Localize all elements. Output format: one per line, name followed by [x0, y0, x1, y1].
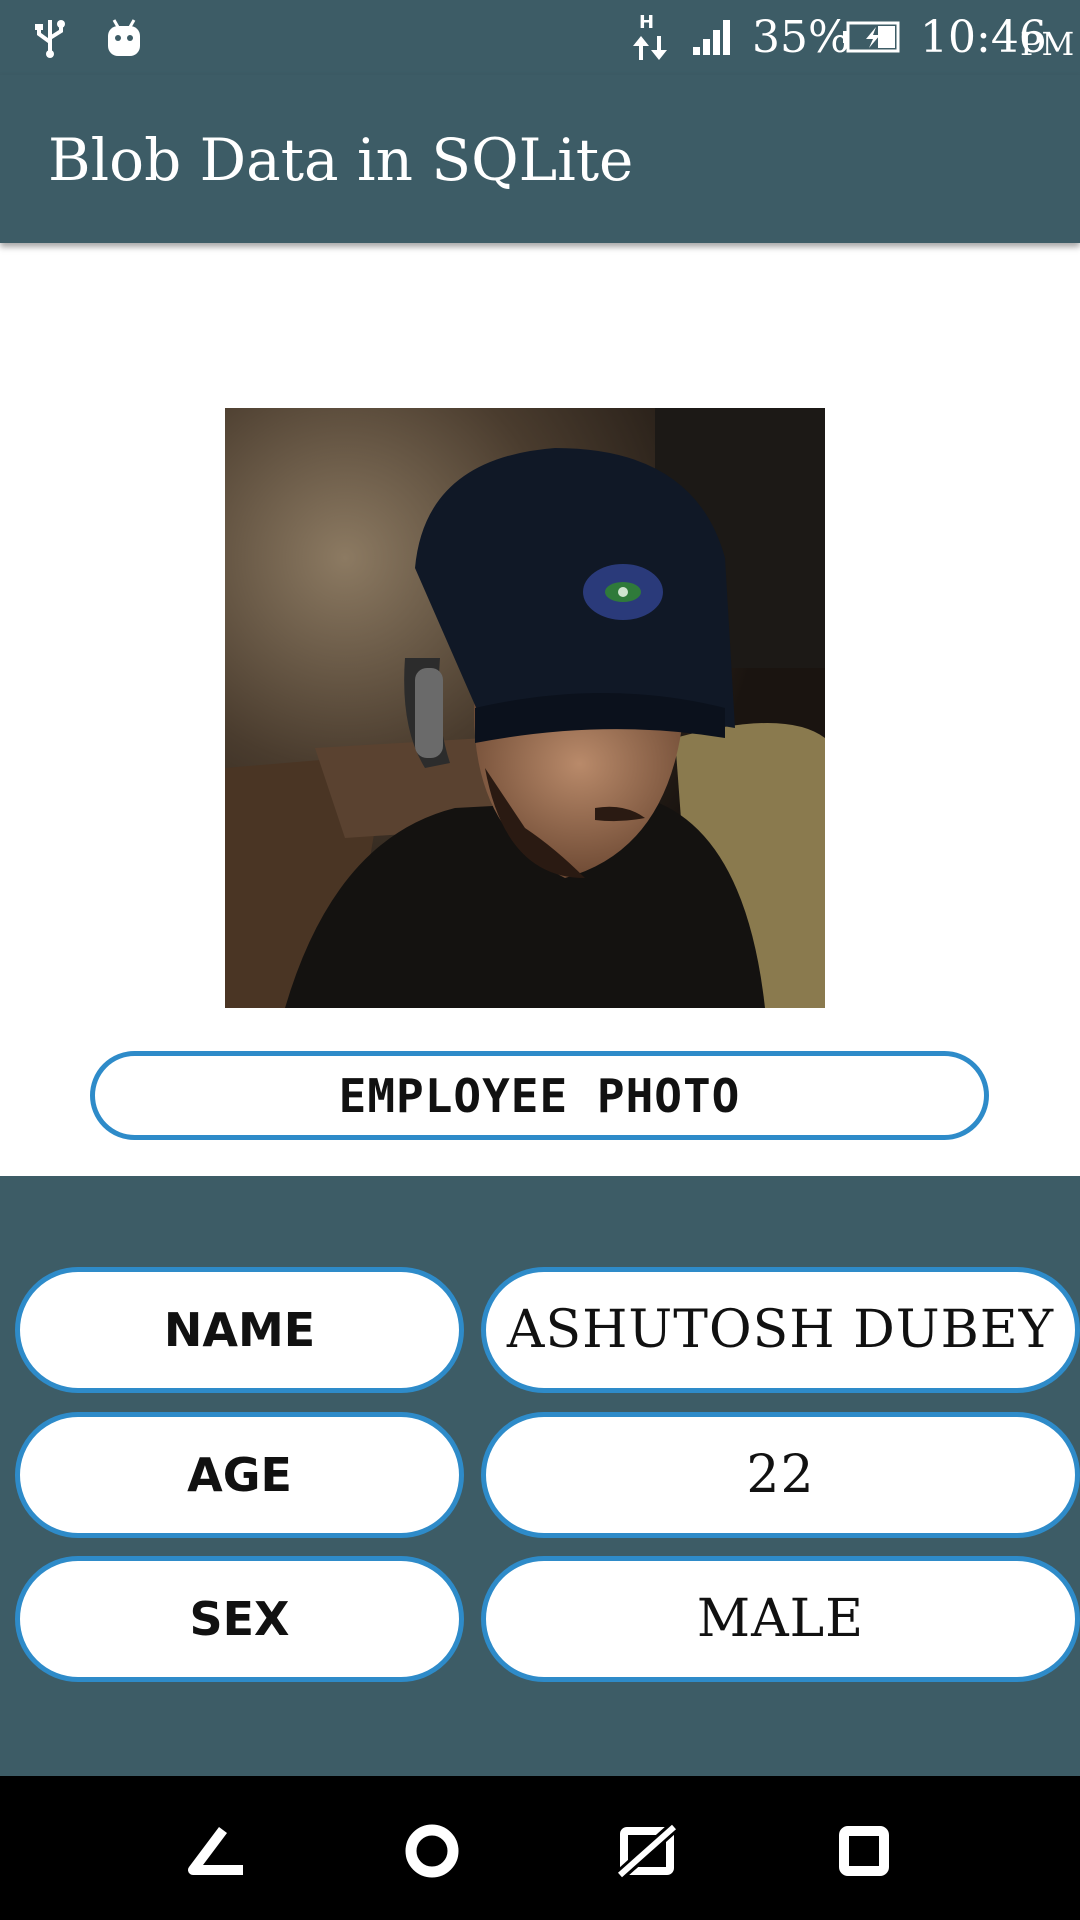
- battery-charging-icon: [842, 14, 902, 60]
- app-title: Blob Data in SQLite: [48, 126, 634, 194]
- employee-photo: [225, 408, 825, 1008]
- svg-text:H: H: [639, 12, 654, 33]
- hspa-data-icon: H: [628, 12, 672, 60]
- signal-icon: [690, 14, 734, 60]
- navigation-bar: [0, 1776, 1080, 1920]
- employee-photo-label: EMPLOYEE PHOTO: [90, 1051, 989, 1140]
- recents-icon[interactable]: [829, 1816, 899, 1886]
- sex-label: SEX: [15, 1556, 464, 1682]
- name-value: ASHUTOSH DUBEY: [481, 1267, 1080, 1393]
- battery-percent: 35%: [752, 12, 850, 63]
- age-label: AGE: [15, 1412, 464, 1538]
- app-bar: Blob Data in SQLite: [0, 75, 1080, 243]
- age-value: 22: [481, 1412, 1080, 1538]
- android-debug-icon: [102, 14, 146, 60]
- sex-value: MALE: [481, 1556, 1080, 1682]
- back-icon[interactable]: [182, 1816, 252, 1886]
- usb-icon: [30, 14, 70, 60]
- status-bar: H 35% 10:46 PM: [0, 0, 1080, 75]
- name-label: NAME: [15, 1267, 464, 1393]
- home-icon[interactable]: [397, 1816, 467, 1886]
- clock-ampm: PM: [1020, 25, 1075, 63]
- screenshot-off-icon[interactable]: [612, 1816, 682, 1886]
